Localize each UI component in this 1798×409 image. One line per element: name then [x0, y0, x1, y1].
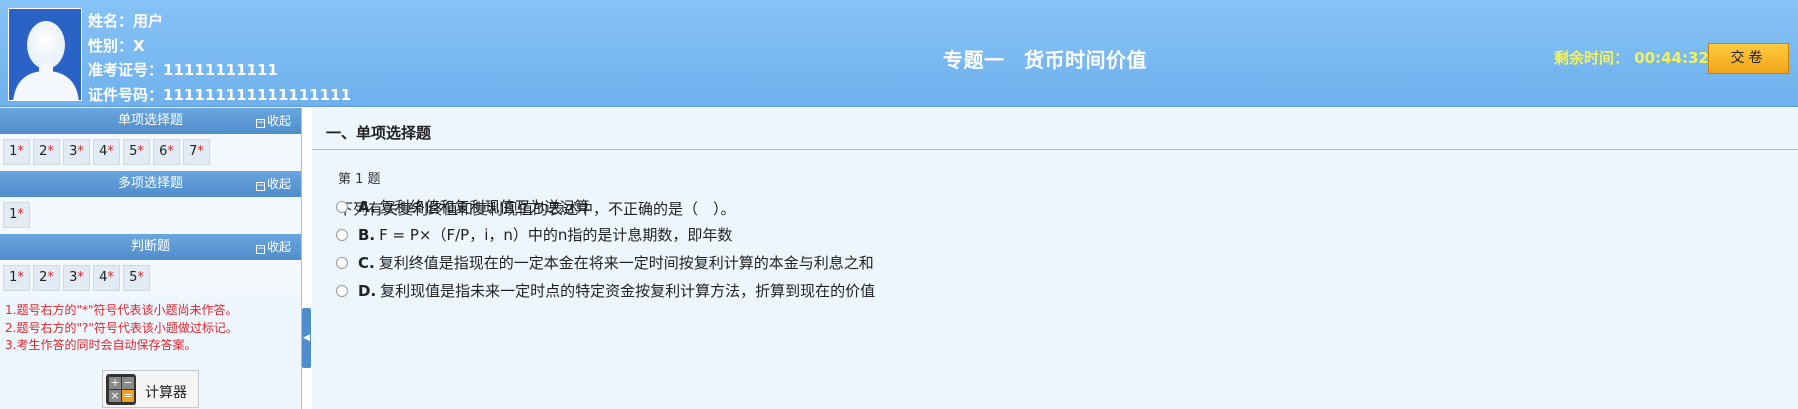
collapse-label: 收起 — [266, 240, 291, 254]
section-title: 一、单项选择题 — [326, 124, 432, 142]
question-nav-button[interactable]: 6* — [153, 139, 180, 165]
name-label: 姓名： — [88, 12, 134, 30]
question-nav-button[interactable]: 1* — [3, 265, 30, 291]
unanswered-mark: * — [137, 270, 144, 285]
option-key: A. — [358, 198, 376, 216]
question-nav-button[interactable]: 4* — [93, 139, 120, 165]
collapse-button[interactable]: − 收起 — [255, 108, 291, 134]
collapse-button[interactable]: − 收起 — [255, 234, 291, 260]
exam-title-text: 专题一 货币时间价值 — [943, 48, 1147, 72]
sidebar-toggle-handle[interactable]: ◀ — [302, 308, 311, 368]
unanswered-mark: * — [17, 144, 24, 159]
answer-option[interactable]: D. 复利现值是指未来一定时点的特定资金按复利计算方法，折算到现在的价值 — [336, 280, 875, 301]
question-nav-button[interactable]: 2* — [33, 139, 60, 165]
note-line: 1.题号右方的"*"符号代表该小题尚未作答。 — [5, 303, 238, 317]
note-line: 3.考生作答的同时会自动保存答案。 — [5, 338, 197, 352]
question-nav-button[interactable]: 4* — [93, 265, 120, 291]
unanswered-mark: * — [167, 144, 174, 159]
question-nav-button[interactable]: 7* — [183, 139, 210, 165]
calculator-button[interactable]: + − × = 计算器 — [102, 370, 199, 408]
unanswered-mark: * — [47, 270, 54, 285]
timer-value: 00:44:32 — [1634, 49, 1709, 67]
question-number-row: 1* 2* 3* 4* 5* — [0, 260, 301, 297]
unanswered-mark: * — [197, 144, 204, 159]
radio-button[interactable] — [336, 229, 348, 241]
radio-button[interactable] — [336, 257, 348, 269]
exam-title: 专题一 货币时间价值 — [0, 44, 1798, 73]
unanswered-mark: * — [17, 270, 24, 285]
question-number: 第 1 题 — [338, 172, 381, 187]
note-line: 2.题号右方的"?"符号代表该小题做过标记。 — [5, 320, 238, 335]
option-text: 复利终值和复利现值互为逆运算 — [379, 198, 590, 216]
section-header: 判断题 − 收起 — [0, 234, 301, 260]
submit-exam-button[interactable]: 交卷 — [1708, 43, 1789, 74]
section-header: 多项选择题 − 收起 — [0, 171, 301, 197]
section-header-title: 多项选择题 — [117, 176, 183, 191]
section-header-title: 单项选择题 — [117, 113, 183, 128]
option-text: 复利终值是指现在的一定本金在将来一定时间按复利计算的本金与利息之和 — [378, 254, 874, 272]
radio-button[interactable] — [336, 285, 348, 297]
section-header-title: 判断题 — [130, 239, 170, 254]
unanswered-mark: * — [47, 144, 54, 159]
unanswered-mark: * — [107, 270, 114, 285]
question-nav-button[interactable]: 5* — [123, 265, 150, 291]
collapse-label: 收起 — [266, 177, 291, 191]
collapse-button[interactable]: − 收起 — [255, 171, 291, 197]
id-value: 111111111111111111 — [163, 85, 351, 104]
question-nav-button[interactable]: 3* — [63, 265, 90, 291]
question-nav-button[interactable]: 1* — [3, 202, 30, 228]
option-key: B. — [358, 226, 376, 244]
unanswered-mark: * — [137, 144, 144, 159]
answer-option[interactable]: B. F = P×（F/P，i，n）中的n指的是计息期数，即年数 — [336, 224, 732, 245]
unanswered-mark: * — [77, 270, 84, 285]
option-text: F = P×（F/P，i，n）中的n指的是计息期数，即年数 — [379, 226, 733, 244]
collapse-icon: − — [255, 181, 265, 191]
question-nav-button[interactable]: 1* — [3, 139, 30, 165]
id-label: 证件号码： — [88, 85, 164, 104]
question-number-row: 1* 2* 3* 4* 5* 6* 7* — [0, 134, 301, 171]
section-header: 单项选择题 − 收起 — [0, 108, 301, 134]
calculator-icon: + − × = — [106, 374, 136, 405]
legend-notes: 1.题号右方的"*"符号代表该小题尚未作答。 2.题号右方的"?"符号代表该小题… — [0, 297, 301, 355]
collapse-icon: − — [255, 244, 265, 254]
timer-label: 剩余时间： — [1554, 49, 1630, 67]
unanswered-mark: * — [17, 207, 24, 222]
collapse-label: 收起 — [266, 114, 291, 128]
question-nav-sidebar: 单项选择题 − 收起 1* 2* 3* 4* 5* 6* 7* 多项选择题 − 收起 1* 判断题 − 收起 1*… — [0, 108, 302, 409]
radio-button[interactable] — [336, 201, 348, 213]
answer-option[interactable]: C. 复利终值是指现在的一定本金在将来一定时间按复利计算的本金与利息之和 — [336, 252, 874, 273]
unanswered-mark: * — [77, 144, 84, 159]
unanswered-mark: * — [107, 144, 114, 159]
divider — [312, 149, 1798, 150]
option-key: C. — [358, 254, 375, 272]
name-value: 用户 — [133, 12, 164, 30]
question-nav-button[interactable]: 5* — [123, 139, 150, 165]
remaining-time: 剩余时间： 00:44:32 — [1554, 47, 1709, 68]
question-nav-button[interactable]: 2* — [33, 265, 60, 291]
exam-header: 姓名：用户 性别：X 准考证号：11111111111 证件号码：1111111… — [0, 0, 1798, 107]
question-panel: 一、单项选择题 第 1 题 下列有关复利终值和复利现值的表述中，不正确的是（ ）… — [312, 108, 1798, 409]
answer-option[interactable]: A. 复利终值和复利现值互为逆运算 — [336, 196, 590, 217]
calculator-label: 计算器 — [145, 385, 187, 401]
question-number-row: 1* — [0, 197, 301, 234]
question-nav-button[interactable]: 3* — [63, 139, 90, 165]
option-key: D. — [358, 282, 377, 300]
option-text: 复利现值是指未来一定时点的特定资金按复利计算方法，折算到现在的价值 — [380, 282, 876, 300]
collapse-icon: − — [255, 118, 265, 128]
